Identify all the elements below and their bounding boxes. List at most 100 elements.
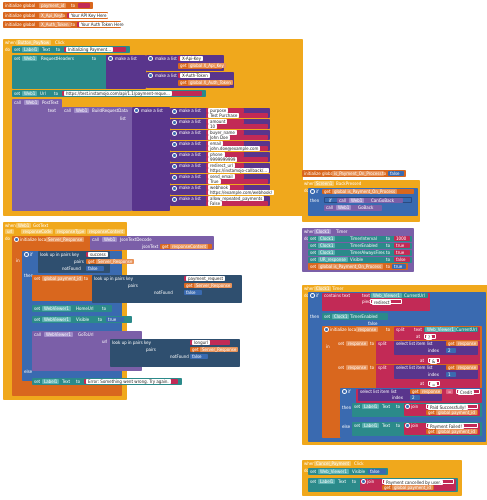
pair-value[interactable]: 10 <box>208 124 218 129</box>
mutator-gear-icon[interactable] <box>172 109 177 114</box>
set-label-cancel-row[interactable]: set Label1 Text to join Payment cancelle… <box>308 478 458 492</box>
component-dropdown[interactable]: Clock1 <box>318 236 336 241</box>
pair-value-block[interactable]: john.doe@example.com <box>206 146 268 151</box>
lookup-success[interactable]: look up in pairs key success pairs get S… <box>38 251 135 273</box>
text-value[interactable]: redirect <box>372 300 392 305</box>
set-label1-error-row[interactable]: set Label1 Text to Error: Something went… <box>32 378 182 385</box>
pair-value-block[interactable]: https://example.com/webhook/ <box>206 190 275 195</box>
pair-value-block[interactable]: Test Purchase <box>206 113 268 118</box>
text-block[interactable]: payment_request <box>184 276 226 281</box>
global-is-payment-on-process[interactable]: initialize global is_Payment_On_Process … <box>302 170 406 177</box>
get-block[interactable]: get global payment_id <box>426 410 478 415</box>
mutator-gear-icon[interactable] <box>172 120 177 125</box>
empty-text-block[interactable] <box>78 3 90 8</box>
get-block[interactable]: get global is_Payment_On_Process <box>322 189 414 194</box>
pair-make-list[interactable]: make a list purpose Test Purchase <box>170 108 270 118</box>
set-label-success-row[interactable]: set Label1 Text to join Paid Successfull… <box>352 403 482 417</box>
set-label-fail-row[interactable]: set Label1 Text to join Payment Failed! … <box>352 422 482 436</box>
mutator-gear-icon[interactable] <box>172 153 177 158</box>
pair-make-list[interactable]: make a list webhook https://example.com/we… <box>170 185 275 195</box>
var-dropdown[interactable]: global is_Payment_On_Process <box>332 189 398 194</box>
text-value[interactable]: payment_request <box>186 276 226 281</box>
component-dropdown[interactable]: Web_Viewer1 <box>318 469 349 474</box>
mutator-gear-icon[interactable] <box>310 189 315 194</box>
param-responsecontent[interactable]: responseContent <box>87 229 126 234</box>
pair-value-block[interactable]: John Doe <box>206 135 268 140</box>
set-label1-text-row[interactable]: set Label1 Text to Initializing Payment.… <box>12 46 130 53</box>
true-block[interactable]: true <box>392 264 406 269</box>
get-block[interactable]: get response <box>446 341 479 346</box>
text-block[interactable]: X-Api-Key <box>178 56 203 61</box>
var-dropdown[interactable]: response <box>346 365 369 370</box>
webviewer-curl-getter[interactable]: Web_Viewer1 CurrentUrl <box>424 327 478 332</box>
set-headers-row[interactable]: set Web1 RequestHeaders to <box>12 55 120 89</box>
text-value[interactable]: longurl <box>192 340 210 345</box>
global-name[interactable]: payment_id <box>39 3 67 8</box>
pair-make-list[interactable]: make a list amount 10 <box>170 119 270 129</box>
global-x-auth-token-block[interactable]: initialize global X_Auth_Token to Your A… <box>3 21 126 28</box>
component-dropdown[interactable]: WebViewer1 <box>42 317 71 322</box>
pair-value-block[interactable]: 9999999999 <box>206 157 268 162</box>
text-block[interactable]: Payment Failed! <box>426 423 478 429</box>
var-dropdown[interactable]: global payment_id <box>392 485 433 490</box>
component-dropdown[interactable]: Web1 <box>349 198 365 203</box>
value-block[interactable]: false <box>394 257 410 262</box>
true-block[interactable]: true <box>106 317 124 322</box>
mutator-gear-icon[interactable] <box>24 252 29 257</box>
pair-make-list[interactable]: make a list email john.doe@example.com <box>170 141 270 151</box>
get-block[interactable]: get response <box>446 365 479 370</box>
local-name[interactable]: response <box>356 327 379 332</box>
false-block[interactable]: false <box>190 354 208 359</box>
text-block[interactable]: redirect <box>370 299 402 305</box>
mutator-gear-icon[interactable] <box>172 186 177 191</box>
text-value[interactable]: = <box>430 382 438 387</box>
mutator-gear-icon[interactable] <box>148 56 153 61</box>
mutator-gear-icon[interactable] <box>172 142 177 147</box>
component-dropdown[interactable]: Web1 <box>74 108 90 113</box>
component-dropdown[interactable]: WebViewer1 <box>42 306 71 311</box>
get-block[interactable]: get global payment_id <box>426 429 478 434</box>
pair-value[interactable]: 9999999999 <box>208 157 238 162</box>
mutator-gear-icon[interactable] <box>172 164 177 169</box>
mutator-gear-icon[interactable] <box>361 479 366 484</box>
text-block[interactable]: Credit <box>456 389 480 395</box>
component-dropdown[interactable]: WebViewer1 <box>44 332 73 337</box>
pair-make-list[interactable]: make a list send_email True <box>170 174 270 184</box>
global-name[interactable]: X_Api_Key <box>39 13 64 18</box>
var-dropdown[interactable]: global payment_id <box>436 429 477 434</box>
join-block[interactable]: join Payment cancelled by user. get glob… <box>360 479 456 491</box>
mutator-gear-icon[interactable] <box>14 237 19 242</box>
compare-block[interactable]: select list item list get response index… <box>356 389 482 403</box>
text-block[interactable]: = <box>428 381 440 387</box>
text-value[interactable]: X-Api-Key <box>180 56 203 61</box>
component-dropdown[interactable]: Label1 <box>318 479 336 484</box>
component-dropdown[interactable]: Label1 <box>362 404 380 409</box>
param-responsetype[interactable]: responseType <box>55 229 87 234</box>
number-block[interactable]: 2 <box>410 395 420 400</box>
var-dropdown[interactable]: global X_Api_Key <box>188 63 226 68</box>
local-name[interactable]: Server_Response <box>46 237 85 242</box>
outer-make-list-block[interactable]: make a list <box>132 107 170 211</box>
param-responsecode[interactable]: responseCode <box>21 229 54 234</box>
mutator-gear-icon[interactable] <box>172 197 177 202</box>
clock-setup-row[interactable]: set Clock1 TimerAlwaysFires to true <box>308 250 412 256</box>
component-dropdown[interactable]: Clock1 <box>314 286 332 291</box>
global-name[interactable]: is_Payment_On_Process <box>332 171 384 176</box>
contains-text-block[interactable]: contains text text Web_Viewer1 CurrentUr… <box>322 293 430 311</box>
global-name[interactable]: X_Auth_Token <box>39 22 71 27</box>
call-cangoback[interactable]: call Web1 CanGoBack <box>337 198 403 203</box>
pair-make-list[interactable]: make a list buyer_name John Doe <box>170 130 270 140</box>
component-dropdown[interactable]: Web1 <box>102 237 118 242</box>
set-url-row[interactable]: set Web1 Url to https://test.instamojo.c… <box>12 90 206 97</box>
pair-value[interactable]: True <box>208 179 221 184</box>
text-block[interactable]: longurl <box>190 340 230 345</box>
text-block[interactable]: X-Auth-Token <box>178 73 210 78</box>
set-webviewer-hidden-row[interactable]: set Web_Viewer1 Visible false <box>308 468 388 475</box>
value-block[interactable]: true <box>394 243 410 248</box>
component-dropdown[interactable]: Clock1 <box>318 250 336 255</box>
set-webviewer-homeurl-row[interactable]: set WebViewer1 HomeUrl to <box>32 305 112 312</box>
pair-value[interactable]: Test Purchase <box>208 113 240 118</box>
text-block[interactable]: Error: Something went wrong. Try again. <box>84 379 178 384</box>
component-dropdown[interactable]: Web1 <box>336 205 352 210</box>
if-canGoBack[interactable]: if call Web1 CanGoBack <box>324 197 412 203</box>
